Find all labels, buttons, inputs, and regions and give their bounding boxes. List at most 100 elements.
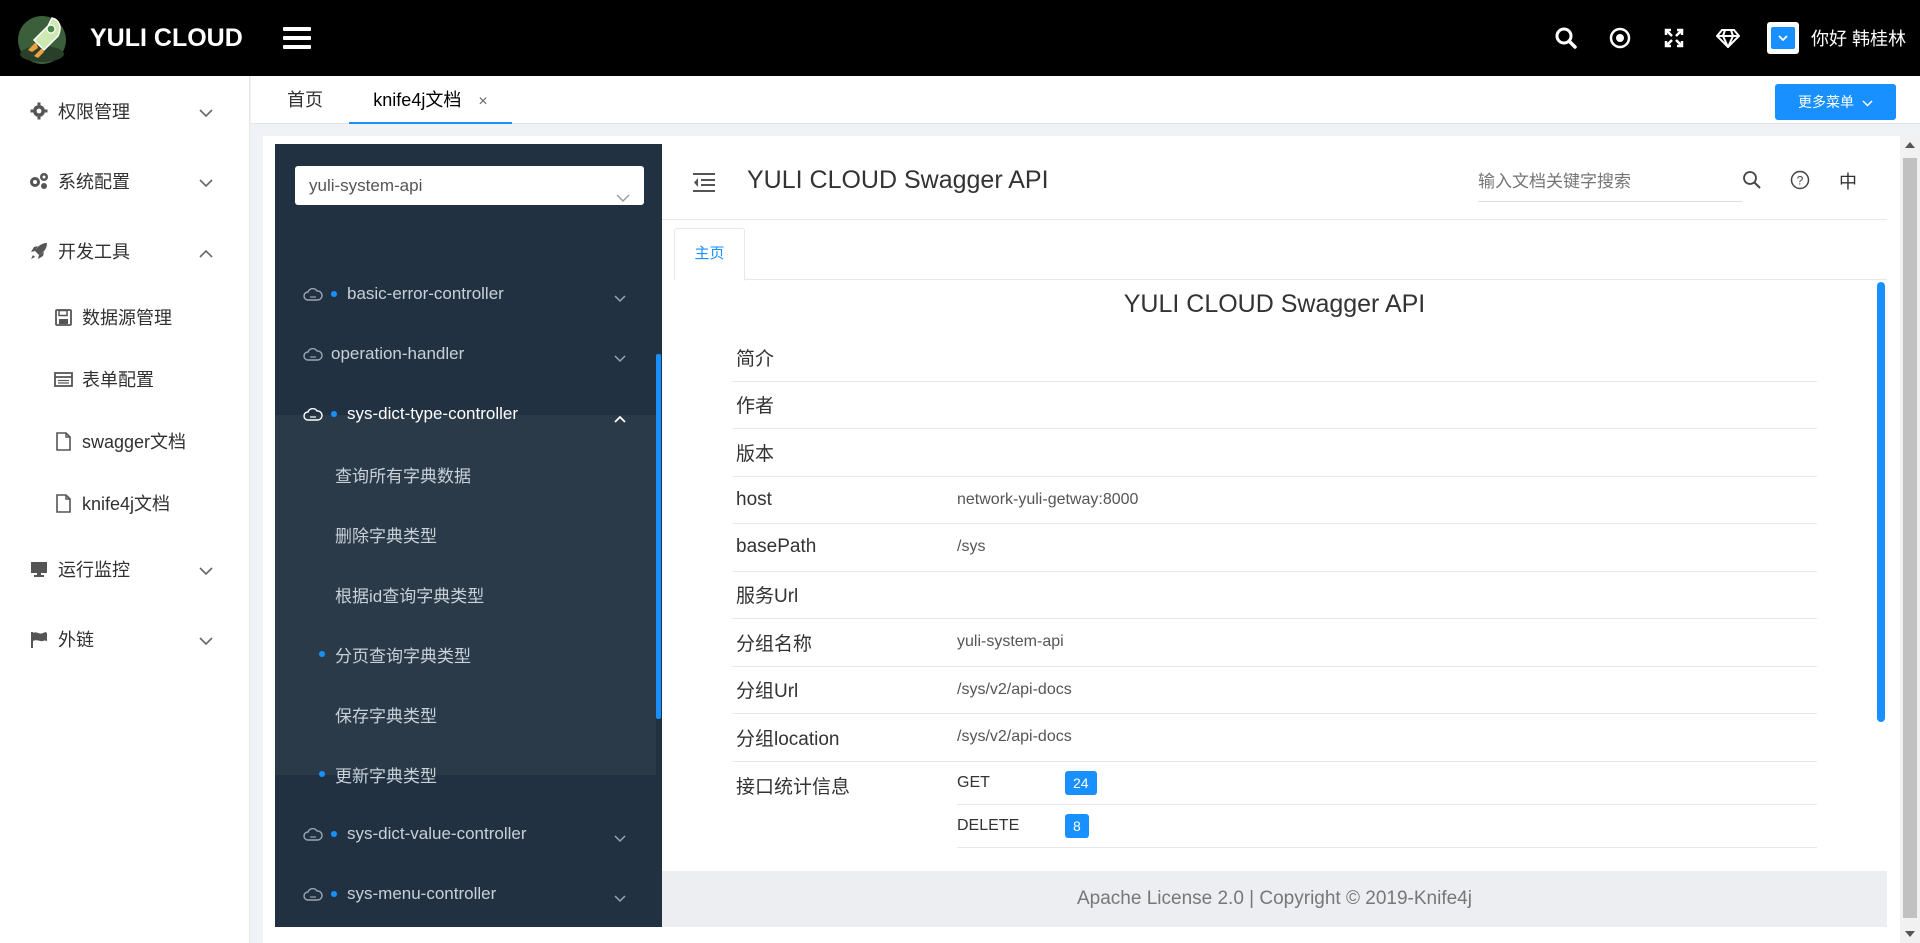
operation-item[interactable]: 更新字典类型: [275, 744, 656, 804]
more-menu-button[interactable]: 更多菜单: [1775, 84, 1896, 120]
file-icon: [52, 492, 74, 514]
scrollbar-thumb[interactable]: [1903, 158, 1917, 918]
row-label: 分组Url: [736, 681, 799, 703]
tab-home[interactable]: 首页: [287, 76, 323, 124]
row-label: 版本: [736, 443, 775, 465]
sidebar-item-label: 开发工具: [58, 242, 130, 262]
chevron-down-icon: [614, 828, 626, 848]
table-row: 作者: [732, 382, 1817, 429]
operation-label: 更新字典类型: [335, 766, 437, 786]
chevron-down-icon: [616, 178, 630, 217]
sidebar-item-label: 外链: [58, 630, 94, 650]
group-select[interactable]: yuli-system-api: [295, 166, 644, 205]
top-bar: YULI CLOUD 你好 韩桂林: [0, 0, 1920, 76]
monitor-icon: [28, 558, 50, 580]
diamond-icon[interactable]: [1701, 0, 1755, 76]
sidebar-item-label: 数据源管理: [82, 308, 172, 328]
svg-text:?: ?: [1797, 174, 1804, 188]
cloud-icon: [303, 407, 325, 421]
operation-item[interactable]: 保存字典类型: [275, 684, 656, 744]
controller-sys-dict-type[interactable]: sys-dict-type-controller: [275, 384, 656, 444]
sidebar-item-monitoring[interactable]: 运行监控: [0, 534, 249, 604]
knife4j-sidebar: yuli-system-api basic-error-controller o…: [275, 144, 662, 927]
search-icon[interactable]: [1742, 170, 1761, 194]
controller-sys-office[interactable]: sys-office-controller: [275, 924, 656, 927]
tab-bar: 首页 knife4j文档 × 更多菜单: [251, 76, 1920, 124]
rocket-icon: [28, 240, 50, 262]
table-row: host network-yuli-getway:8000: [732, 477, 1817, 524]
avatar[interactable]: [1766, 22, 1799, 54]
row-value: /sys/v2/api-docs: [957, 680, 1072, 698]
controller-sys-dict-value[interactable]: sys-dict-value-controller: [275, 804, 656, 864]
hamburger-menu-icon[interactable]: [282, 27, 311, 49]
sidebar-item-permissions[interactable]: 权限管理: [0, 76, 249, 146]
left-sidebar: 权限管理 系统配置 开发工具 数据源管理 表单配置 swagger文档 knif…: [0, 76, 250, 943]
sidebar-item-datasource[interactable]: 数据源管理: [0, 286, 249, 348]
chevron-up-icon: [614, 408, 626, 428]
close-icon[interactable]: ×: [478, 93, 487, 110]
search-icon[interactable]: [1539, 0, 1593, 76]
row-label: host: [736, 488, 772, 510]
chevron-down-icon: [199, 560, 213, 581]
status-dot: [319, 651, 325, 657]
collapse-menu-icon[interactable]: [692, 172, 716, 197]
file-icon: [52, 430, 74, 452]
gear-icon: [28, 100, 50, 122]
operation-label: 保存字典类型: [335, 706, 437, 726]
scroll-up-arrow-icon[interactable]: [1905, 142, 1915, 148]
help-icon[interactable]: ?: [1790, 170, 1810, 195]
sidebar-item-label: 运行监控: [58, 560, 130, 580]
row-value: yuli-system-api: [957, 633, 1064, 651]
row-value: /sys: [957, 538, 986, 556]
sidebar-item-knife4j-docs[interactable]: knife4j文档: [0, 472, 249, 534]
flag-icon: [28, 628, 50, 650]
user-greeting[interactable]: 你好 韩桂林: [1811, 25, 1906, 51]
language-toggle[interactable]: 中: [1839, 168, 1857, 194]
chevron-down-icon: [614, 888, 626, 908]
operation-item[interactable]: 分页查询字典类型: [275, 624, 656, 684]
operation-label: 分页查询字典类型: [335, 646, 471, 666]
row-label: 作者: [736, 396, 775, 418]
operation-label: 查询所有字典数据: [335, 466, 471, 486]
controller-operation-handler[interactable]: operation-handler: [275, 324, 656, 384]
sidebar-item-external-links[interactable]: 外链: [0, 604, 249, 674]
form-icon: [52, 368, 74, 390]
controller-sys-menu[interactable]: sys-menu-controller: [275, 864, 656, 924]
stat-item: DELETE 8: [957, 805, 1817, 848]
status-dot: [331, 411, 337, 417]
fullscreen-icon[interactable]: [1647, 0, 1701, 76]
sidebar-item-system-config[interactable]: 系统配置: [0, 146, 249, 216]
target-icon[interactable]: [1593, 0, 1647, 76]
status-dot: [331, 891, 337, 897]
cloud-icon: [303, 887, 325, 901]
status-dot: [331, 291, 337, 297]
sidebar-item-form-config[interactable]: 表单配置: [0, 348, 249, 410]
table-row: 简介: [732, 334, 1817, 382]
status-dot: [331, 831, 337, 837]
table-row: 分组名称 yuli-system-api: [732, 619, 1817, 667]
operation-item[interactable]: 删除字典类型: [275, 504, 656, 564]
doc-search-input[interactable]: [1478, 162, 1742, 202]
sidebar-item-dev-tools[interactable]: 开发工具: [0, 216, 249, 286]
row-label: 简介: [736, 348, 775, 370]
sidebar-item-swagger-docs[interactable]: swagger文档: [0, 410, 249, 472]
cloud-icon: [303, 827, 325, 841]
tab-label: knife4j文档: [373, 90, 462, 110]
table-row: basePath/sys: [732, 524, 1817, 572]
page-scrollbar[interactable]: [1900, 136, 1920, 943]
tab-doc-home[interactable]: 主页: [674, 228, 745, 281]
controller-label: sys-menu-controller: [347, 884, 497, 903]
controller-label: sys-dict-type-controller: [347, 404, 518, 423]
stat-item: GET 24: [957, 762, 1817, 805]
scroll-down-arrow-icon[interactable]: [1905, 931, 1915, 937]
sidebar-scrollbar[interactable]: [656, 354, 661, 719]
operation-item[interactable]: 查询所有字典数据: [275, 444, 656, 504]
doc-title: YULI CLOUD Swagger API: [747, 166, 1049, 194]
operation-item[interactable]: 根据id查询字典类型: [275, 564, 656, 624]
tab-knife4j-docs[interactable]: knife4j文档 ×: [349, 76, 512, 124]
footer-text: Apache License 2.0 | Copyright: [1077, 888, 1346, 909]
controller-basic-error[interactable]: basic-error-controller: [275, 264, 656, 324]
save-icon: [52, 306, 74, 328]
copyright-symbol: ©: [1346, 888, 1360, 909]
doc-scrollbar[interactable]: [1877, 282, 1885, 722]
